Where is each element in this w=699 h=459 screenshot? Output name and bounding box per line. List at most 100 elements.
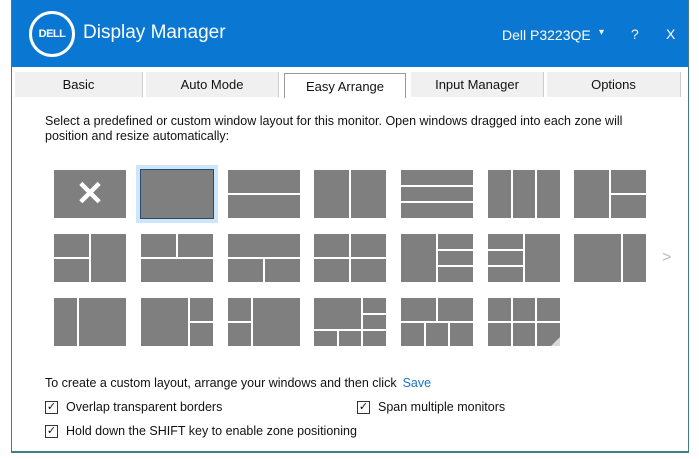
layout-zone [513,323,535,346]
tab-easy-arrange[interactable]: Easy Arrange [284,73,406,98]
layout-zone [488,234,523,249]
layout-zone [623,234,646,282]
layout-zone [178,234,213,257]
layout-tile[interactable] [314,234,386,282]
layout-zone [401,323,424,346]
dell-display-manager-window: DELL Display Manager Dell P3223QE ▾ ? X … [11,0,689,453]
layout-zone [401,170,473,185]
layout-zone [314,234,349,257]
tab-basic[interactable]: Basic [15,72,143,97]
tab-auto-mode[interactable]: Auto Mode [146,72,279,97]
layout-zone [488,323,511,346]
layout-tile[interactable] [488,298,560,346]
layout-zone [488,170,511,218]
title-bar: DELL Display Manager Dell P3223QE ▾ ? X [12,0,688,67]
layout-zone [314,331,337,346]
layout-zone [401,203,473,218]
checkbox-label: Overlap transparent borders [66,400,223,414]
checkbox-icon: ✓ [45,424,58,438]
dell-logo: DELL [29,11,75,57]
chevron-down-icon[interactable]: ▾ [599,27,604,38]
instructions-text: Select a predefined or custom window lay… [45,114,623,143]
layout-zone [79,298,126,346]
layout-tile[interactable] [401,298,473,346]
layout-tile[interactable] [228,234,300,282]
layout-zone [611,195,646,218]
close-x-icon: ✕ [75,175,105,213]
layout-zone [314,170,349,218]
layout-zone [54,259,89,282]
layout-zone [228,170,300,193]
layout-zone [574,234,621,282]
layout-zone [351,170,386,218]
checkbox-icon: ✓ [45,400,58,414]
layout-tile[interactable] [314,170,386,218]
layout-zone [314,298,361,329]
layout-zone [574,170,609,218]
layout-zone [363,331,386,346]
layout-zone [228,298,251,321]
close-button[interactable]: X [666,26,675,42]
checkbox-label: Span multiple monitors [378,400,506,414]
layout-zone [401,298,436,321]
overlap-borders-checkbox[interactable]: ✓ Overlap transparent borders [45,400,222,414]
layout-tile[interactable] [401,234,473,282]
layout-zone [513,170,535,218]
tab-options[interactable]: Options [547,72,681,97]
layout-zone [141,170,213,218]
layout-zone [488,251,523,265]
layout-zone [426,323,448,346]
layout-zone [351,259,386,282]
layout-tile[interactable] [140,169,214,219]
layout-zone [141,298,188,346]
layout-zone [513,298,535,321]
save-link[interactable]: Save [403,376,432,390]
layout-zone [314,259,349,282]
help-button[interactable]: ? [631,26,639,42]
layout-tile[interactable] [401,170,473,218]
layout-tile[interactable] [54,234,126,282]
layout-tile[interactable] [141,234,213,282]
layout-tile[interactable] [314,298,386,346]
no-layout-tile[interactable]: ✕ [54,170,126,218]
layout-zone [265,259,300,282]
layout-tile[interactable] [488,234,560,282]
layout-zone [537,170,560,218]
layout-zone [190,323,213,346]
layout-tile[interactable] [228,298,300,346]
layout-zone [228,259,263,282]
layout-tile[interactable] [228,170,300,218]
shift-key-checkbox[interactable]: ✓ Hold down the SHIFT key to enable zone … [45,424,357,438]
layout-zone [228,195,300,218]
layout-zone [141,259,213,282]
monitor-selector[interactable]: Dell P3223QE [502,27,591,43]
tab-input-manager[interactable]: Input Manager [411,72,544,97]
layout-tile[interactable] [54,298,126,346]
layout-zone [401,187,473,201]
layout-zone [438,251,473,265]
layout-zone [611,170,646,193]
span-monitors-checkbox[interactable]: ✓ Span multiple monitors [357,400,505,414]
next-page-arrow[interactable]: > [662,249,671,267]
layout-zone [228,234,300,257]
checkbox-label: Hold down the SHIFT key to enable zone p… [66,424,357,438]
layout-zone [228,323,251,346]
layout-tile[interactable] [574,234,646,282]
layout-zone [450,323,473,346]
custom-layout-text: To create a custom layout, arrange your … [45,376,431,390]
layout-tile[interactable] [488,170,560,218]
app-title: Display Manager [83,22,226,43]
layout-zone [525,234,560,282]
layout-zone [438,298,473,321]
layout-zone [141,234,176,257]
layout-zone [363,298,386,313]
layout-zone [351,234,386,257]
layout-tile[interactable] [141,298,213,346]
layout-zone [339,331,361,346]
layout-tile[interactable] [574,170,646,218]
layout-zone [54,234,89,257]
layout-zone [488,298,511,321]
custom-corner-icon [551,337,560,346]
layout-zone [488,267,523,282]
layout-zone [190,298,213,321]
